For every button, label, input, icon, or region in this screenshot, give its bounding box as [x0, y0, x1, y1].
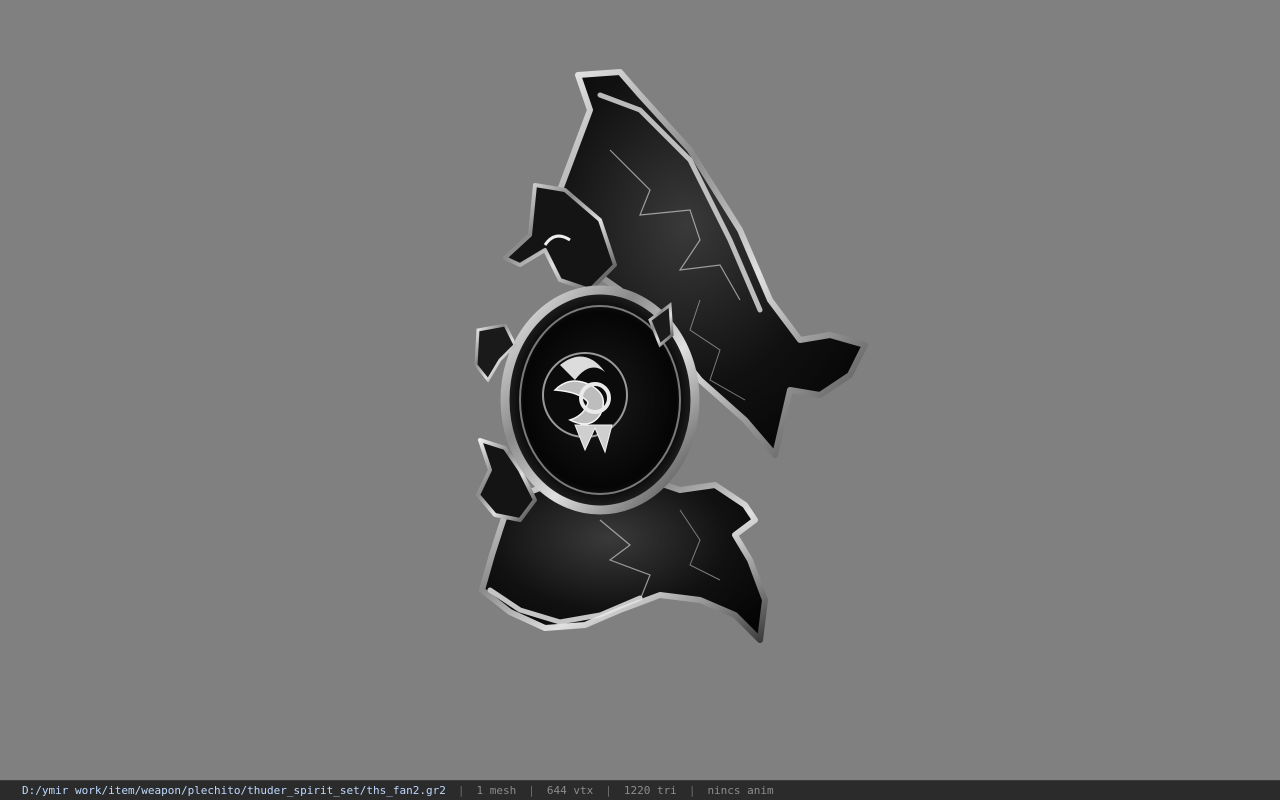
separator: |: [688, 784, 696, 797]
status-bar: D:/ymir work/item/weapon/plechito/thuder…: [0, 780, 1280, 800]
separator: |: [605, 784, 612, 797]
mesh-count: 1 mesh: [476, 784, 517, 797]
triangle-count: 1220 tri: [623, 784, 677, 797]
separator: |: [457, 784, 465, 797]
anim-status: nincs anim: [707, 784, 774, 797]
fan-weapon-model: [474, 69, 868, 643]
3d-viewport[interactable]: [0, 0, 1280, 780]
file-path: D:/ymir work/item/weapon/plechito/thuder…: [22, 784, 446, 797]
separator: |: [528, 784, 535, 797]
vertex-count: 644 vtx: [546, 784, 594, 797]
